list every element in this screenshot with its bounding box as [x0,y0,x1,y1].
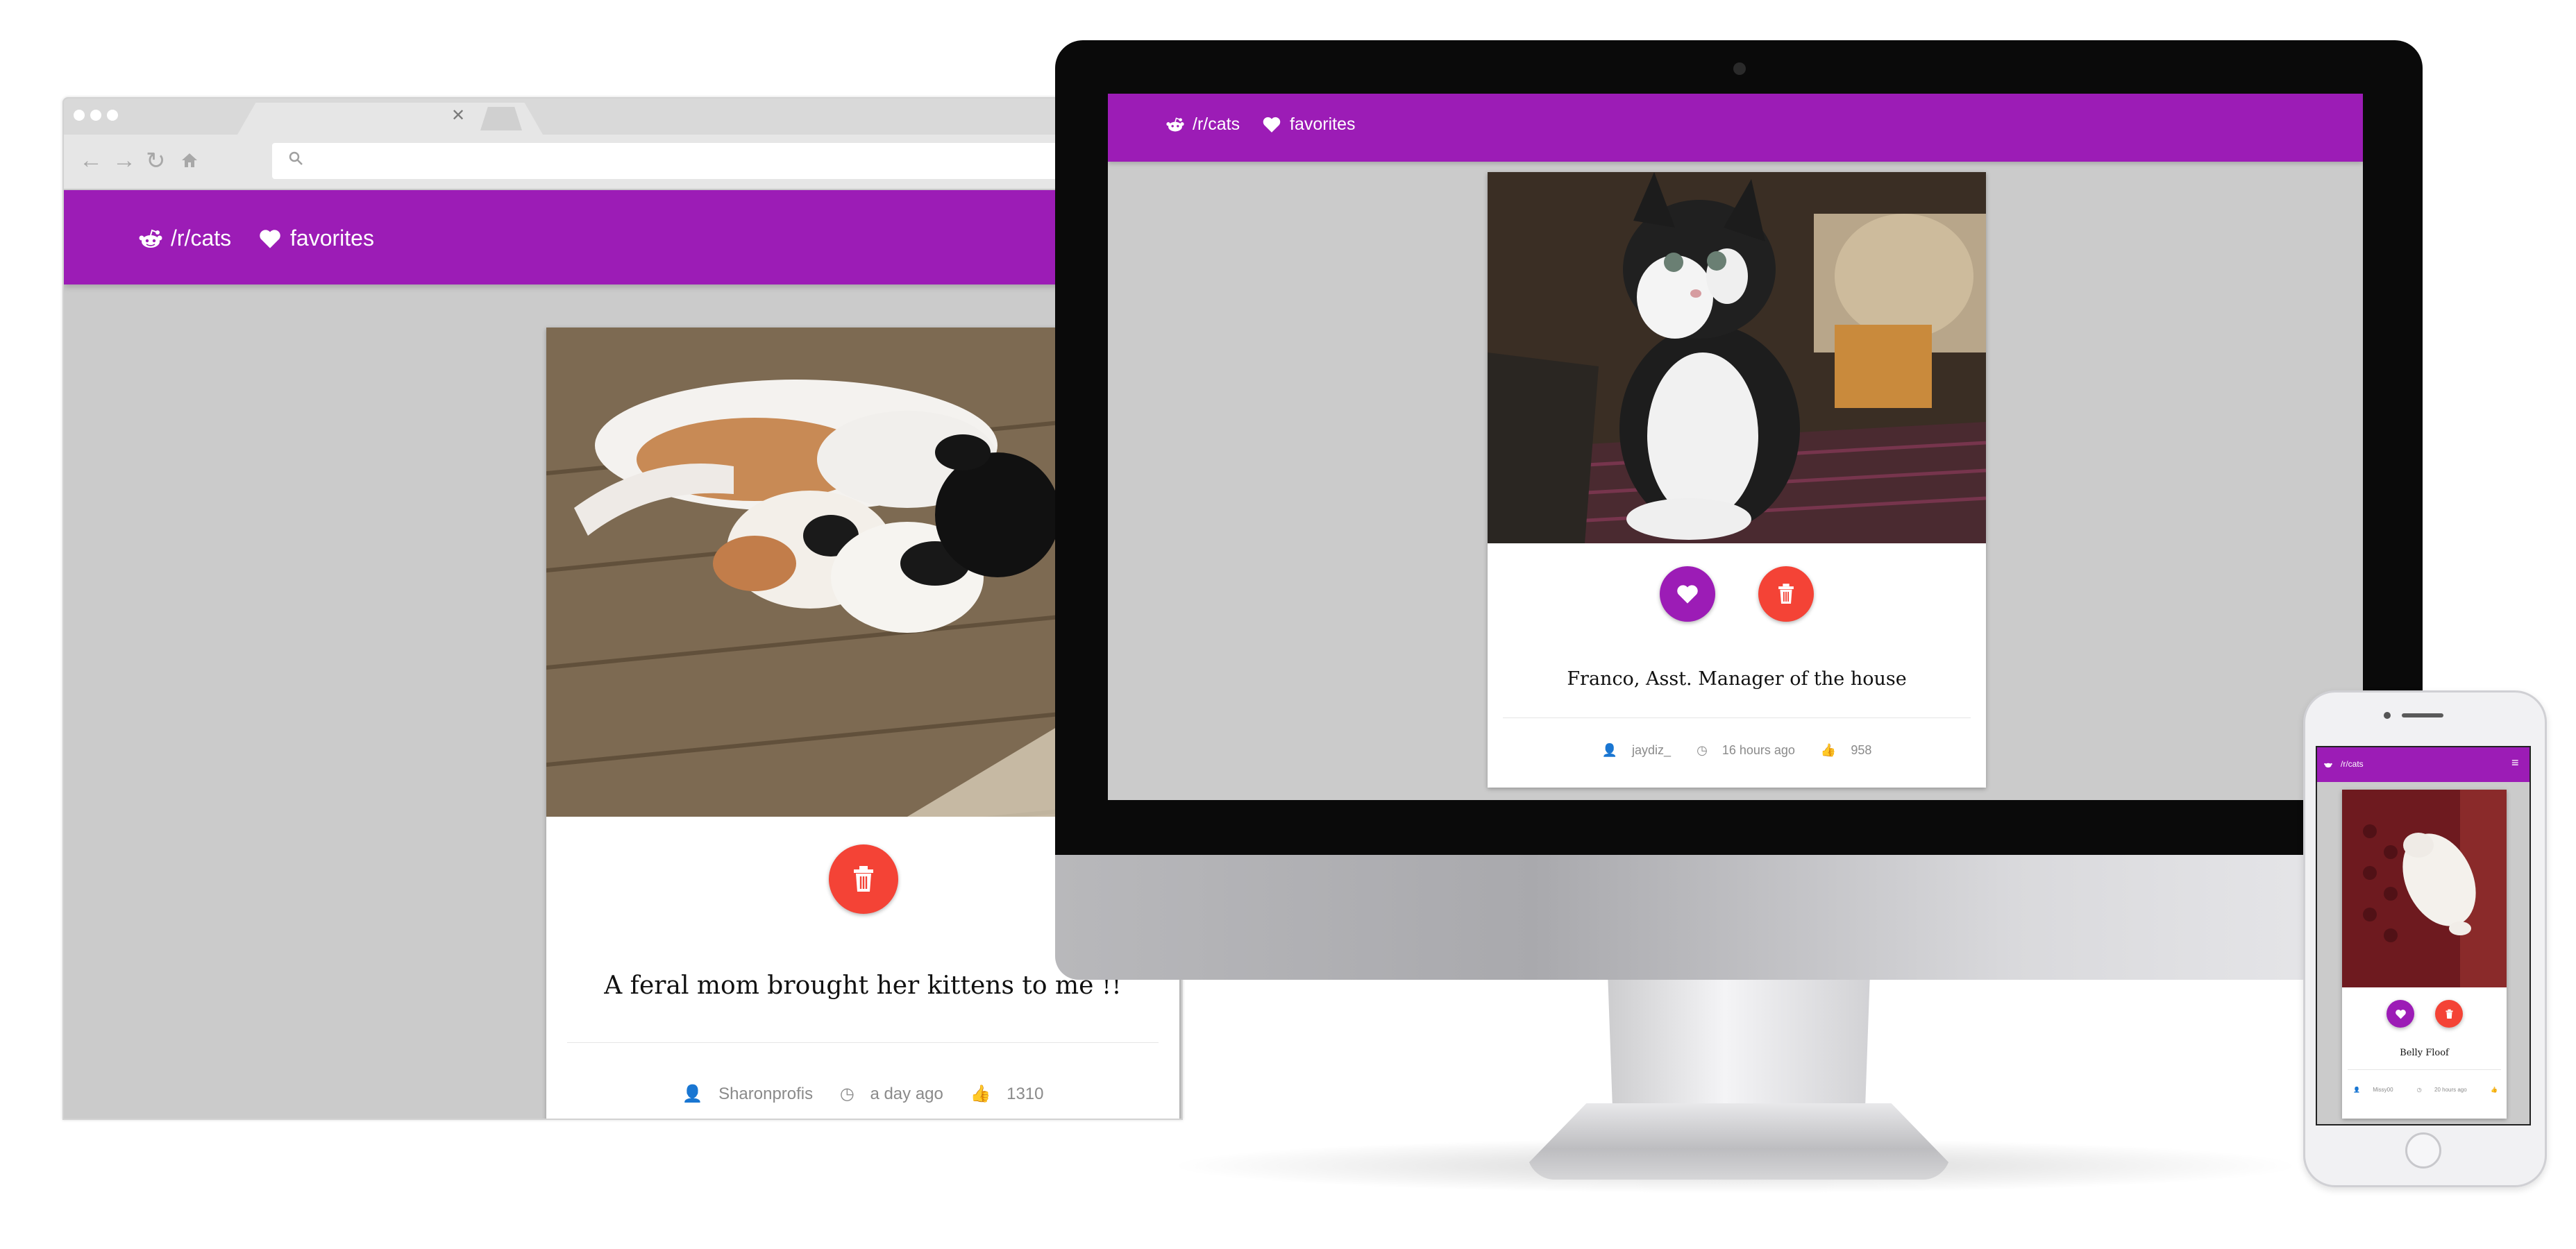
reddit-alien-icon [1166,117,1184,133]
trash-icon [851,865,876,893]
post-title[interactable]: Franco, Asst. Manager of the house [1488,668,1986,690]
nav-subreddit-link[interactable]: /r/cats [2324,759,2364,769]
post-card: Belly Floof 👤 Missy00 ◷ 20 hours ago 👍 1… [2342,790,2507,1119]
nav-subreddit-label: /r/cats [2341,759,2364,769]
nav-favorites-link[interactable]: favorites [1262,114,1355,135]
nav-subreddit-label: /r/cats [1193,114,1240,134]
monitor-chin [1055,855,2423,980]
forward-arrow-icon[interactable]: → [112,147,136,174]
post-score: 👍 1310 [965,1085,1050,1103]
card-divider [567,1042,1159,1043]
address-search-icon [287,150,304,167]
window-minimize-dot[interactable] [90,110,101,121]
post-author-name: Sharonprofis [718,1085,814,1103]
clock-icon: ◷ [1697,743,1708,757]
reddit-alien-icon [139,228,162,249]
back-arrow-icon[interactable]: ← [79,147,103,174]
trash-icon [2445,1009,2454,1019]
favorite-button[interactable] [2386,1000,2414,1028]
window-close-dot[interactable] [74,110,85,121]
post-image[interactable] [2342,790,2507,987]
post-time: ◷ a day ago [834,1085,949,1103]
phone-speaker [2402,713,2443,717]
trash-icon [1776,583,1796,605]
clock-icon: ◷ [2416,1087,2422,1093]
address-bar[interactable] [272,143,1181,179]
app-bar [64,190,1181,284]
heart-icon [1262,116,1281,133]
monitor-screen: /r/cats favorites Franco, Asst. Manager … [1108,94,2363,800]
post-meta: 👤 jaydiz_ ◷ 16 hours ago 👍 958 [1488,743,1986,758]
clock-icon: ◷ [839,1085,855,1103]
delete-button[interactable] [2435,1000,2463,1028]
delete-button[interactable] [829,844,898,914]
post-time-text: a day ago [870,1085,943,1103]
nav-subreddit-label: /r/cats [171,226,232,250]
nav-subreddit-link[interactable]: /r/cats [1166,114,1240,135]
browser-tab-strip [64,99,1181,135]
post-author[interactable]: 👤 jaydiz_ [1597,743,1676,757]
thumbs-up-icon: 👍 [2490,1087,2498,1093]
nav-subreddit-link[interactable]: /r/cats [139,226,231,251]
post-author[interactable]: 👤 Sharonprofis [677,1085,819,1103]
post-title[interactable]: Belly Floof [2342,1048,2507,1058]
thumbs-up-icon: 👍 [1820,743,1837,757]
thumbs-up-icon: 👍 [970,1085,991,1103]
post-author-name: Missy00 [2373,1087,2393,1093]
nav-favorites-label: favorites [290,226,374,250]
home-icon[interactable] [180,151,199,169]
post-meta: 👤 Sharonprofis ◷ a day ago 👍 1310 [546,1084,1179,1104]
user-icon: 👤 [682,1085,703,1103]
post-time-text: 20 hours ago [2434,1087,2467,1093]
post-time: ◷ 20 hours ago [2411,1087,2473,1093]
post-score: 👍 179 [2485,1087,2507,1093]
post-score: 👍 958 [1815,743,1877,757]
window-zoom-dot[interactable] [107,110,118,121]
delete-button[interactable] [1758,566,1814,622]
heart-icon [1676,584,1699,604]
browser-window: ✕ ← → ↻ /r/cats favorites A feral mom br… [62,97,1183,1120]
reload-icon[interactable]: ↻ [146,147,166,175]
monitor-camera [1733,62,1746,75]
user-icon: 👤 [2353,1087,2360,1093]
post-score-value: 1310 [1007,1085,1044,1103]
heart-icon [2395,1009,2407,1019]
post-author-name: jaydiz_ [1632,743,1672,757]
hamburger-menu-icon[interactable]: ≡ [2511,756,2519,770]
post-meta: 👤 Missy00 ◷ 20 hours ago 👍 179 [2342,1087,2507,1093]
post-time: ◷ 16 hours ago [1691,743,1801,757]
user-icon: 👤 [1601,743,1618,757]
card-divider [2348,1069,2501,1070]
post-card: Franco, Asst. Manager of the house 👤 jay… [1488,172,1986,788]
post-time-text: 16 hours ago [1721,743,1795,757]
tab-close-icon[interactable]: ✕ [451,105,465,126]
phone-camera [2384,712,2391,719]
phone-home-button[interactable] [2405,1132,2441,1169]
monitor-stand-base [1527,1103,1951,1180]
reddit-alien-icon [2324,761,2332,768]
favorite-button[interactable] [1660,566,1715,622]
post-score-value: 958 [1851,743,1872,757]
nav-favorites-label: favorites [1290,114,1356,134]
post-author[interactable]: 👤 Missy00 [2348,1087,2399,1093]
post-image[interactable] [1488,172,1986,543]
card-divider [1503,717,1971,718]
nav-favorites-link[interactable]: favorites [258,226,374,251]
phone-screen: /r/cats ≡ Belly Floof 👤 Missy00 ◷ 20 hou… [2316,746,2531,1125]
heart-icon [258,228,282,249]
